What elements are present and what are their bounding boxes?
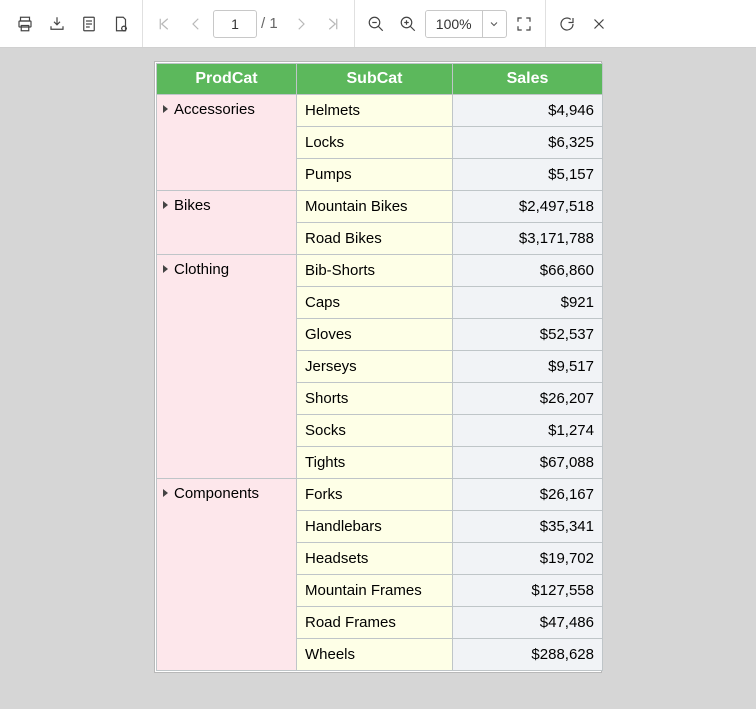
header-prodcat: ProdCat xyxy=(157,64,297,95)
prodcat-label: Bikes xyxy=(174,197,211,214)
refresh-button[interactable] xyxy=(552,9,582,39)
subcat-cell: Helmets xyxy=(297,95,453,127)
subcat-cell: Road Bikes xyxy=(297,223,453,255)
sales-cell: $2,497,518 xyxy=(453,191,603,223)
prodcat-label: Clothing xyxy=(174,261,229,278)
prodcat-cell[interactable]: Components xyxy=(157,479,297,671)
header-subcat: SubCat xyxy=(297,64,453,95)
sales-cell: $288,628 xyxy=(453,639,603,671)
close-button[interactable] xyxy=(584,9,614,39)
page-total-label: / 1 xyxy=(259,15,284,32)
subcat-cell: Socks xyxy=(297,415,453,447)
subcat-cell: Bib-Shorts xyxy=(297,255,453,287)
zoom-in-button[interactable] xyxy=(393,9,423,39)
report-page: ProdCat SubCat Sales AccessoriesHelmets$… xyxy=(154,61,602,673)
subcat-cell: Tights xyxy=(297,447,453,479)
last-page-button[interactable] xyxy=(318,9,348,39)
sales-cell: $921 xyxy=(453,287,603,319)
subcat-cell: Handlebars xyxy=(297,511,453,543)
sales-cell: $52,537 xyxy=(453,319,603,351)
prodcat-cell[interactable]: Clothing xyxy=(157,255,297,479)
expand-caret-icon[interactable] xyxy=(163,105,168,113)
subcat-cell: Gloves xyxy=(297,319,453,351)
table-row: Accessories Helmets$4,946 xyxy=(157,95,603,127)
sales-cell: $26,207 xyxy=(453,383,603,415)
prodcat-label: Accessories xyxy=(174,101,255,118)
subcat-cell: Forks xyxy=(297,479,453,511)
sales-cell: $3,171,788 xyxy=(453,223,603,255)
sales-cell: $9,517 xyxy=(453,351,603,383)
subcat-cell: Shorts xyxy=(297,383,453,415)
subcat-cell: Mountain Bikes xyxy=(297,191,453,223)
expand-caret-icon[interactable] xyxy=(163,265,168,273)
sales-cell: $35,341 xyxy=(453,511,603,543)
prev-page-button[interactable] xyxy=(181,9,211,39)
page-setup-button[interactable] xyxy=(106,9,136,39)
toolbar: / 1 xyxy=(0,0,756,48)
subcat-cell: Wheels xyxy=(297,639,453,671)
prodcat-cell[interactable]: Bikes xyxy=(157,191,297,255)
table-row: Bikes Mountain Bikes$2,497,518 xyxy=(157,191,603,223)
report-viewport: ProdCat SubCat Sales AccessoriesHelmets$… xyxy=(0,48,756,709)
subcat-cell: Headsets xyxy=(297,543,453,575)
expand-caret-icon[interactable] xyxy=(163,489,168,497)
sales-cell: $66,860 xyxy=(453,255,603,287)
header-sales: Sales xyxy=(453,64,603,95)
next-page-button[interactable] xyxy=(286,9,316,39)
table-row: Components Forks$26,167 xyxy=(157,479,603,511)
subcat-cell: Mountain Frames xyxy=(297,575,453,607)
print-button[interactable] xyxy=(10,9,40,39)
sales-cell: $19,702 xyxy=(453,543,603,575)
sales-cell: $1,274 xyxy=(453,415,603,447)
report-table: ProdCat SubCat Sales AccessoriesHelmets$… xyxy=(156,63,603,671)
subcat-cell: Pumps xyxy=(297,159,453,191)
subcat-cell: Locks xyxy=(297,127,453,159)
subcat-cell: Jerseys xyxy=(297,351,453,383)
zoom-out-button[interactable] xyxy=(361,9,391,39)
prodcat-cell[interactable]: Accessories xyxy=(157,95,297,191)
sales-cell: $6,325 xyxy=(453,127,603,159)
page-number-input[interactable] xyxy=(213,10,257,38)
fullscreen-button[interactable] xyxy=(509,9,539,39)
expand-caret-icon[interactable] xyxy=(163,201,168,209)
zoom-select[interactable] xyxy=(425,10,507,38)
parameters-button[interactable] xyxy=(74,9,104,39)
sales-cell: $67,088 xyxy=(453,447,603,479)
export-button[interactable] xyxy=(42,9,72,39)
subcat-cell: Caps xyxy=(297,287,453,319)
subcat-cell: Road Frames xyxy=(297,607,453,639)
sales-cell: $26,167 xyxy=(453,479,603,511)
sales-cell: $127,558 xyxy=(453,575,603,607)
sales-cell: $5,157 xyxy=(453,159,603,191)
prodcat-label: Components xyxy=(174,485,259,502)
sales-cell: $4,946 xyxy=(453,95,603,127)
sales-cell: $47,486 xyxy=(453,607,603,639)
first-page-button[interactable] xyxy=(149,9,179,39)
zoom-dropdown-button[interactable] xyxy=(482,11,506,37)
table-row: Clothing Bib-Shorts$66,860 xyxy=(157,255,603,287)
zoom-value-input[interactable] xyxy=(426,11,482,37)
